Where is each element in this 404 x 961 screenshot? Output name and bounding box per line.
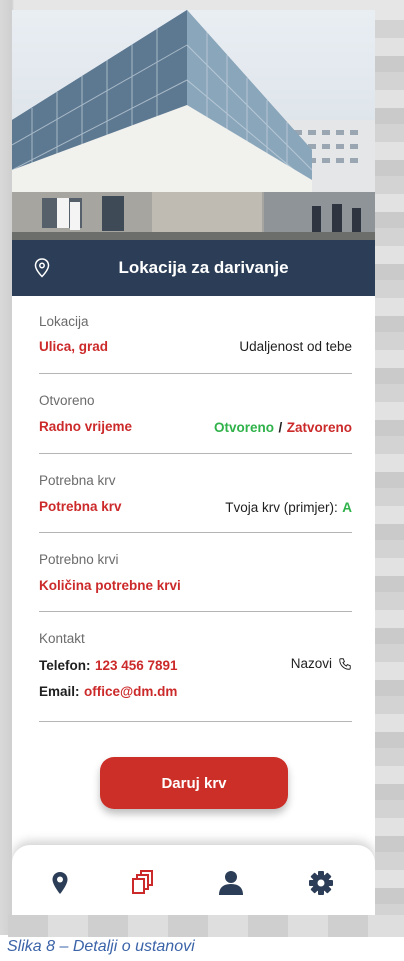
section-label: Otvoreno bbox=[39, 393, 95, 408]
location-header: Lokacija za darivanje bbox=[12, 240, 375, 296]
location-value: Ulica, grad bbox=[39, 339, 109, 354]
email-value[interactable]: office@dm.dm bbox=[84, 684, 177, 699]
needed-blood-section: Potrebna krv Potrebna krv Tvoja krv (pri… bbox=[39, 454, 352, 533]
status-open: Otvoreno bbox=[214, 420, 275, 435]
email-label: Email: bbox=[39, 684, 80, 699]
phone-label: Telefon: bbox=[39, 658, 91, 673]
location-pin-icon bbox=[52, 872, 68, 894]
user-icon bbox=[219, 871, 243, 895]
opening-section: Otvoreno Radno vrijeme Otvoreno / Zatvor… bbox=[39, 374, 352, 454]
phone-screen: Lokacija za darivanje Lokacija Ulica, gr… bbox=[12, 10, 375, 915]
hospital-photo bbox=[12, 10, 375, 240]
page-title: Lokacija za darivanje bbox=[118, 258, 289, 277]
nav-location[interactable] bbox=[44, 867, 76, 899]
location-section: Lokacija Ulica, grad Udaljenost od tebe bbox=[39, 310, 352, 374]
phone-value[interactable]: 123 456 7891 bbox=[95, 658, 178, 673]
contact-section: Kontakt Telefon: 123 456 7891 Nazovi Ema… bbox=[39, 612, 352, 722]
location-pin-icon bbox=[34, 258, 50, 278]
open-status: Otvoreno / Zatvoreno bbox=[214, 419, 352, 437]
section-label: Potrebna krv bbox=[39, 473, 116, 488]
bottom-navigation bbox=[12, 845, 375, 915]
details-list: Lokacija Ulica, grad Udaljenost od tebe … bbox=[39, 310, 352, 722]
status-separator: / bbox=[278, 420, 283, 435]
blood-amount-value: Količina potrebne krvi bbox=[39, 578, 181, 593]
distance-label: Udaljenost od tebe bbox=[239, 339, 352, 354]
section-label: Kontakt bbox=[39, 631, 85, 646]
nav-settings[interactable] bbox=[305, 867, 337, 899]
nav-records[interactable] bbox=[125, 867, 157, 899]
section-label: Potrebno krvi bbox=[39, 552, 119, 567]
phone-icon bbox=[339, 657, 351, 670]
section-label: Lokacija bbox=[39, 314, 89, 329]
nav-profile[interactable] bbox=[215, 867, 247, 899]
status-closed: Zatvoreno bbox=[286, 420, 352, 435]
gear-icon bbox=[309, 871, 333, 895]
frame-bottom-edge bbox=[8, 915, 404, 937]
your-blood-label: Tvoja krv (primjer): bbox=[225, 500, 338, 515]
your-blood-type: Tvoja krv (primjer): A bbox=[225, 499, 352, 517]
donate-blood-button[interactable]: Daruj krv bbox=[100, 757, 288, 809]
working-hours-value: Radno vrijeme bbox=[39, 419, 133, 434]
figure-caption: Slika 8 – Detalji o ustanovi bbox=[7, 938, 195, 955]
blood-amount-section: Potrebno krvi Količina potrebne krvi bbox=[39, 533, 352, 612]
your-blood-value: A bbox=[342, 500, 352, 515]
call-button[interactable]: Nazovi bbox=[291, 656, 352, 671]
email-row: Email: office@dm.dm bbox=[39, 683, 177, 701]
call-label: Nazovi bbox=[290, 656, 332, 671]
phone-row: Telefon: 123 456 7891 bbox=[39, 657, 178, 675]
copy-icon bbox=[132, 870, 153, 894]
needed-blood-value: Potrebna krv bbox=[39, 499, 122, 514]
frame-edge bbox=[374, 20, 404, 930]
